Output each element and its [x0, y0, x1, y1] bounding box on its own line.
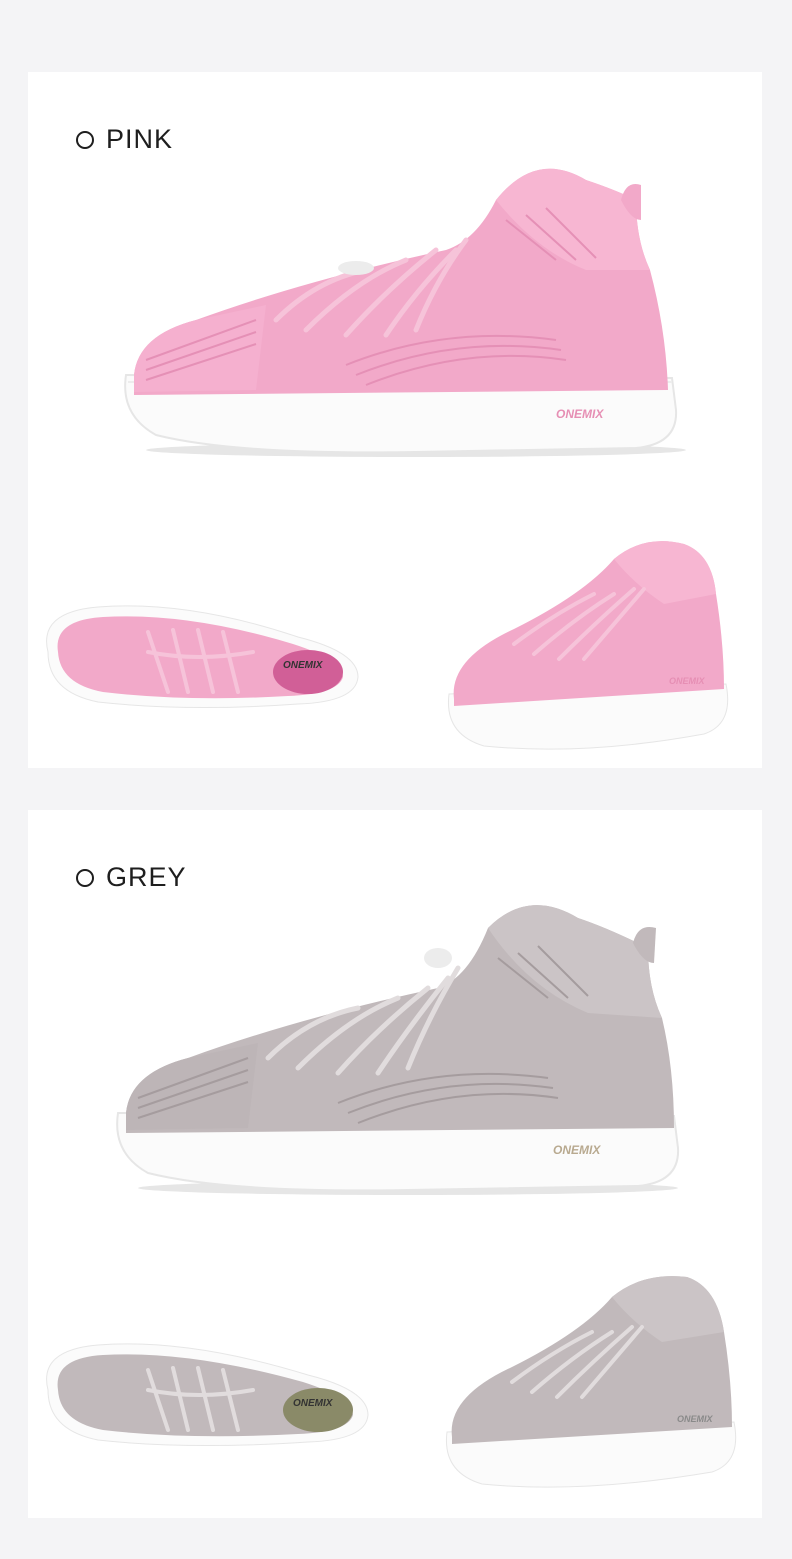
variant-panel-grey: GREY ONEMIX ONEMIX ONEMIX	[28, 810, 762, 1518]
insole-mark-grey: ONEMIX	[293, 1398, 334, 1409]
variant-option-grey[interactable]: GREY	[76, 862, 187, 893]
brand-mark-angle-pink: ONEMIX	[669, 676, 706, 686]
shoe-side-view-pink: ONEMIX	[124, 168, 686, 457]
shoe-top-view-pink: ONEMIX	[46, 605, 359, 709]
variant-label-text: PINK	[106, 124, 174, 154]
variant-option-pink[interactable]: PINK	[76, 124, 173, 155]
shoe-angle-view-grey: ONEMIX	[445, 1276, 737, 1488]
shoe-angle-view-pink: ONEMIX	[447, 541, 729, 750]
brand-mark-side-grey: ONEMIX	[553, 1143, 601, 1157]
brand-mark-angle-grey: ONEMIX	[677, 1414, 714, 1424]
variant-label-text: GREY	[106, 862, 187, 892]
radio-circle-icon[interactable]	[76, 868, 94, 887]
brand-mark-side-pink: ONEMIX	[556, 407, 604, 421]
insole-mark-pink: ONEMIX	[283, 660, 324, 671]
shoe-top-view-grey: ONEMIX	[46, 1343, 369, 1447]
radio-circle-icon[interactable]	[76, 130, 94, 149]
variant-panel-pink: PINK ONEMIX ONEMIX ONEMIX	[28, 72, 762, 768]
shoe-side-view-grey: ONEMIX	[116, 905, 680, 1195]
